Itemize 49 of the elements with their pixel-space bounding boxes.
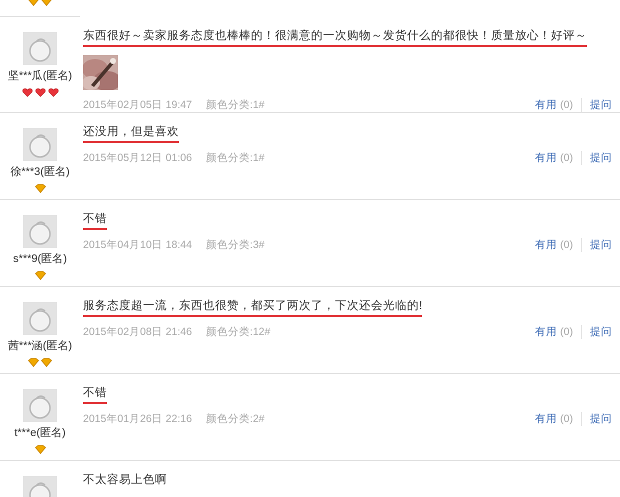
- review-comment: 不错: [83, 385, 107, 404]
- useful-count: (0): [560, 152, 573, 164]
- color-variant: 颜色分类:1#: [206, 151, 265, 165]
- diamond-icon: [41, 358, 52, 367]
- diamond-icon: [34, 184, 46, 193]
- diamond-icon: [34, 445, 46, 454]
- useful-link[interactable]: 有用: [535, 238, 558, 252]
- user-name: s***9(匿名): [13, 252, 67, 266]
- color-variant: 颜色分类:3#: [206, 238, 265, 252]
- ask-link[interactable]: 提问: [590, 98, 612, 112]
- review-date: 2015年01月26日 22:16: [83, 412, 192, 426]
- useful-link[interactable]: 有用: [535, 98, 558, 112]
- useful-link[interactable]: 有用: [535, 412, 558, 426]
- review-comment: 不错: [83, 211, 107, 230]
- avatar-icon: [23, 128, 57, 161]
- heart-icon: [22, 88, 32, 97]
- review-comment: 东西很好～卖家服务态度也棒棒的！很满意的一次购物～发货什么的都很快！质量放心！好评～: [83, 28, 587, 47]
- useful-count: (0): [560, 99, 573, 111]
- avatar-icon: [23, 389, 57, 422]
- user-name: 茜***涵(匿名): [8, 339, 72, 353]
- avatar-icon: [23, 32, 57, 65]
- ask-link[interactable]: 提问: [590, 412, 612, 426]
- diamond-icon: [28, 358, 39, 367]
- ask-link[interactable]: 提问: [590, 325, 612, 339]
- ask-link[interactable]: 提问: [590, 238, 612, 252]
- review-comment: 不太容易上色啊: [83, 472, 167, 488]
- heart-icon: [48, 88, 58, 97]
- useful-count: (0): [560, 413, 573, 425]
- ask-link[interactable]: 提问: [590, 151, 612, 165]
- review-date: 2015年02月05日 19:47: [83, 98, 192, 112]
- review-date: 2015年05月12日 01:06: [83, 151, 192, 165]
- color-variant: 颜色分类:12#: [206, 325, 270, 339]
- review-date: 2015年04月10日 18:44: [83, 238, 192, 252]
- user-name: 徐***3(匿名): [10, 165, 70, 179]
- diamond-icon: [34, 271, 46, 280]
- useful-count: (0): [560, 239, 573, 251]
- review-date: 2015年02月08日 21:46: [83, 325, 192, 339]
- useful-link[interactable]: 有用: [535, 325, 558, 339]
- useful-link[interactable]: 有用: [535, 151, 558, 165]
- color-variant: 颜色分类:1#: [206, 98, 265, 112]
- review-comment: 服务态度超一流，东西也很赞，都买了两次了，下次还会光临的!: [83, 298, 422, 317]
- user-name: t***e(匿名): [14, 426, 66, 440]
- avatar-icon: [23, 302, 57, 335]
- avatar-icon: [23, 215, 57, 248]
- color-variant: 颜色分类:2#: [206, 412, 265, 426]
- heart-icon: [34, 88, 46, 97]
- useful-count: (0): [560, 326, 573, 338]
- review-comment: 还没用，但是喜欢: [83, 124, 179, 143]
- user-name: 坚***瓜(匿名): [8, 69, 72, 83]
